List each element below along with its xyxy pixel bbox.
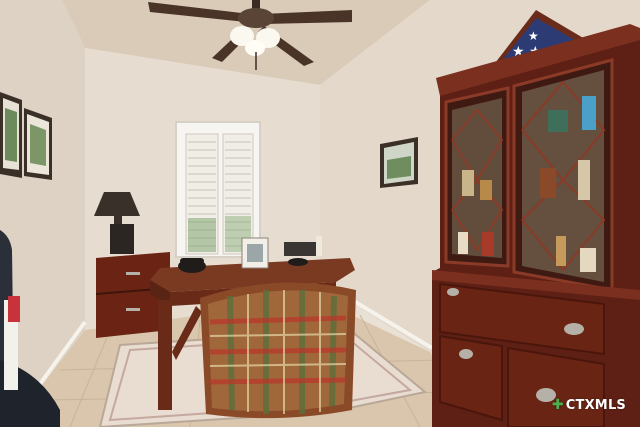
- china-hutch: [432, 24, 640, 427]
- picture-frame-on-desk: [241, 237, 269, 269]
- room-photo: ★ ★ ★ ✚ CTXMLS: [0, 0, 640, 427]
- shuttered-window: [175, 121, 261, 258]
- ctxmls-watermark: ✚ CTXMLS: [552, 397, 626, 413]
- svg-text:★: ★: [528, 29, 539, 43]
- framed-picture-right: [380, 137, 418, 188]
- framed-picture-left-1: [0, 92, 22, 178]
- ctxmls-logo-icon: ✚: [551, 397, 564, 413]
- framed-picture-left-2: [24, 108, 52, 180]
- rotary-telephone: [178, 258, 206, 273]
- plaid-armchair: [200, 282, 356, 419]
- room-illustration: ★ ★ ★: [0, 0, 640, 427]
- watermark-brand: CTXMLS: [565, 397, 626, 413]
